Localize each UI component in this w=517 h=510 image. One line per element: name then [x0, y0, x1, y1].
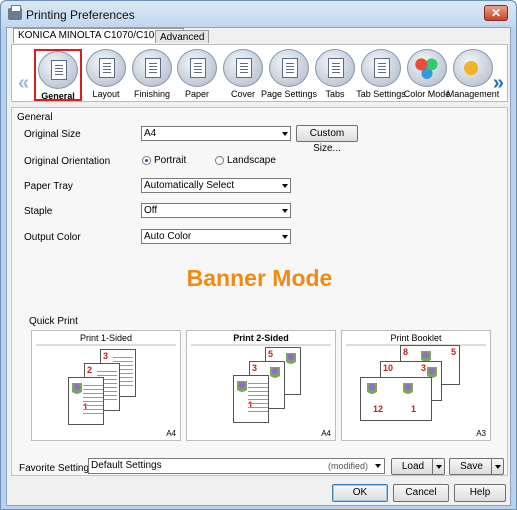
staple-select[interactable]: Off: [141, 203, 291, 218]
general-section-title: General: [17, 112, 53, 123]
chevron-down-icon: [375, 464, 381, 468]
dialog-client-area: KONICA MINOLTA C1070/C1060PS Advanced « …: [6, 27, 511, 506]
paper-tray-value: Automatically Select: [144, 180, 235, 191]
landscape-label: Landscape: [227, 155, 276, 166]
layout-icon: [86, 49, 126, 87]
page-thumb: 1: [68, 377, 104, 425]
save-button-label: Save: [460, 461, 483, 472]
management-icon: [453, 49, 493, 87]
chevron-down-icon: [282, 132, 288, 136]
paper-tray-label: Paper Tray: [24, 181, 73, 192]
print-2-sided-size: A4: [321, 429, 331, 438]
quick-print-title: Quick Print: [29, 316, 78, 327]
cover-icon: [223, 49, 263, 87]
tabs-icon: [315, 49, 355, 87]
portrait-label: Portrait: [154, 155, 187, 166]
favorite-setting-select[interactable]: Default Settings (modified): [88, 458, 385, 474]
tool-management[interactable]: Management: [447, 49, 499, 101]
original-size-value: A4: [144, 128, 157, 139]
scroll-left-icon[interactable]: «: [18, 73, 29, 93]
chevron-down-icon: [282, 209, 288, 213]
landscape-radio[interactable]: [215, 156, 224, 165]
scroll-right-icon[interactable]: »: [493, 73, 504, 93]
print-1-sided-size: A4: [166, 429, 176, 438]
help-button[interactable]: Help: [454, 484, 506, 502]
paper-tray-select[interactable]: Automatically Select: [141, 178, 291, 193]
printing-preferences-window: Printing Preferences ✕ KONICA MINOLTA C1…: [0, 0, 517, 510]
tool-general[interactable]: General: [34, 49, 82, 101]
window-title: Printing Preferences: [26, 8, 135, 22]
category-toolbar: « General Layout Finishing Paper Cover P…: [11, 44, 508, 102]
tab-settings-icon: [361, 49, 401, 87]
print-2-sided-label: Print 2-Sided: [233, 333, 289, 343]
custom-size-button[interactable]: Custom Size...: [296, 125, 358, 154]
favorite-setting-label: Favorite Setting: [19, 463, 90, 474]
save-dropdown-icon[interactable]: [491, 459, 503, 474]
favorite-modified-text: (modified): [327, 461, 368, 471]
original-size-label: Original Size: [24, 129, 81, 140]
print-booklet-size: A3: [476, 429, 486, 438]
save-button[interactable]: Save: [449, 458, 504, 475]
paper-icon: [177, 49, 217, 87]
color-mode-icon: [407, 49, 447, 87]
load-dropdown-icon[interactable]: [432, 459, 444, 474]
print-2-sided-button[interactable]: Print 2-Sided 5 3 1 A4: [186, 330, 336, 441]
page-settings-icon: [269, 49, 309, 87]
cancel-button[interactable]: Cancel: [393, 484, 449, 502]
chevron-down-icon: [282, 235, 288, 239]
banner-mode-text: Banner Mode: [186, 265, 333, 291]
print-booklet-label: Print Booklet: [390, 333, 442, 343]
staple-label: Staple: [24, 206, 53, 217]
title-bar: Printing Preferences ✕: [1, 1, 516, 27]
ok-button[interactable]: OK: [332, 484, 388, 502]
output-color-select[interactable]: Auto Color: [141, 229, 291, 244]
chevron-down-icon: [282, 184, 288, 188]
print-1-sided-label: Print 1-Sided: [79, 333, 133, 343]
booklet-spread: 12 1: [360, 377, 432, 421]
tab-advanced[interactable]: Advanced: [155, 30, 210, 43]
staple-value: Off: [144, 205, 158, 216]
print-1-sided-button[interactable]: Print 1-Sided 3 2 1 A4: [31, 330, 181, 441]
printer-icon: [8, 5, 22, 20]
close-button[interactable]: ✕: [484, 5, 508, 21]
original-orientation-label: Original Orientation: [24, 156, 111, 167]
page-thumb: 1: [233, 375, 269, 423]
finishing-icon: [132, 49, 172, 87]
load-button[interactable]: Load: [391, 458, 445, 475]
general-icon: [38, 51, 78, 89]
original-size-select[interactable]: A4: [141, 126, 291, 141]
print-booklet-button[interactable]: Print Booklet 85 10 3 12 1 A3: [341, 330, 491, 441]
output-color-label: Output Color: [24, 232, 81, 243]
portrait-radio[interactable]: [142, 156, 151, 165]
favorite-setting-value: Default Settings: [91, 460, 162, 471]
load-button-label: Load: [401, 461, 425, 472]
output-color-value: Auto Color: [144, 231, 192, 242]
